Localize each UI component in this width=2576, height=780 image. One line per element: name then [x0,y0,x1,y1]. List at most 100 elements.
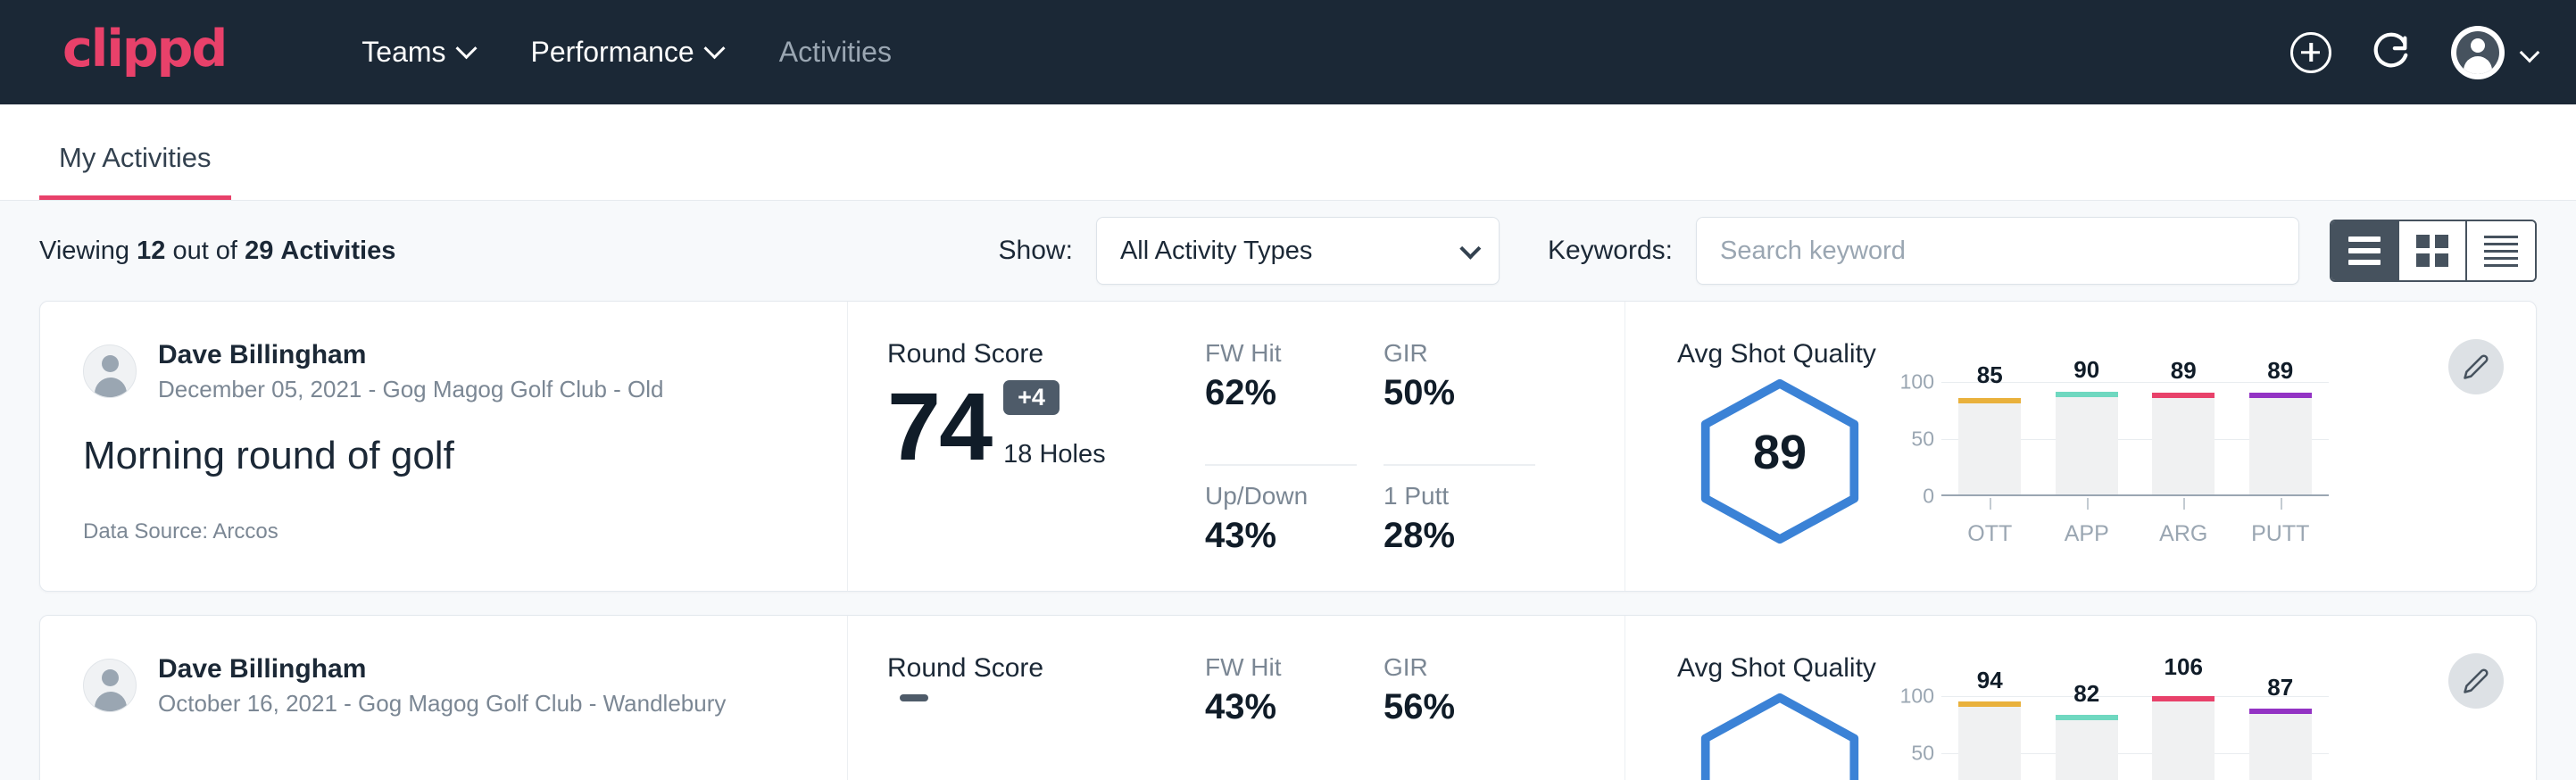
bar-app [2056,715,2118,780]
bar-value-putt: 89 [2267,357,2293,385]
stat-gir: GIR 56% [1384,653,1535,780]
activity-data-source: Data Source: Arccos [83,519,804,544]
y-tick-50: 50 [1911,742,1934,766]
viewing-suffix: Activities [280,236,395,265]
bar-value-app: 90 [2073,356,2099,384]
x-label-ott: OTT [1941,498,2039,547]
edit-activity-button[interactable] [2448,653,2504,709]
avatar [83,344,137,398]
nav-item-performance-label: Performance [531,36,694,69]
primary-nav: Teams Performance Activities [333,36,920,69]
stat-gir-value: 50% [1384,373,1535,413]
bar-cap-putt [2249,393,2312,398]
bar-group-putt: 87 [2232,696,2330,780]
stat-one-putt-value: 28% [1384,516,1535,556]
chevron-down-icon [455,37,477,59]
keywords-label: Keywords: [1548,236,1673,266]
bar-arg [2152,393,2215,494]
bar-cap-app [2056,715,2118,720]
chart-y-axis: 100 50 0 [1888,696,1934,780]
chevron-down-icon[interactable] [2520,42,2540,62]
bar-cap-ott [1958,398,2021,403]
bar-arg [2152,696,2215,780]
player-name: Dave Billingham [158,653,726,685]
activity-author: Dave Billingham October 16, 2021 - Gog M… [83,653,804,718]
bar-value-arg: 106 [2165,653,2203,681]
viewing-count: 12 [137,236,165,265]
activity-card[interactable]: Dave Billingham December 05, 2021 - Gog … [39,301,2537,592]
activity-title: Morning round of golf [83,434,804,478]
stat-fw-hit-label: FW Hit [1205,339,1357,368]
view-mode-compact-button[interactable] [2467,221,2535,280]
search-input[interactable] [1696,217,2299,285]
bar-group-putt: 89 [2232,382,2330,494]
tab-bar: My Activities [0,104,2576,201]
bar-cap-app [2056,392,2118,397]
avatar [83,659,137,712]
player-name: Dave Billingham [158,339,664,371]
holes-played: 18 Holes [1003,440,1105,469]
viewing-prefix: Viewing [39,236,129,265]
activity-author: Dave Billingham December 05, 2021 - Gog … [83,339,804,403]
navbar-actions [2290,26,2537,79]
bar-cap-putt [2249,709,2312,714]
activity-list: Dave Billingham December 05, 2021 - Gog … [0,301,2576,780]
stat-gir: GIR 50% [1384,339,1535,466]
view-mode-grid-button[interactable] [2399,221,2467,280]
shot-quality-chart: 100 50 0 94 [1895,684,2329,780]
round-score-section: Round Score [848,616,1205,780]
activity-type-select[interactable]: All Activity Types [1096,217,1500,285]
activity-meta: October 16, 2021 - Gog Magog Golf Club -… [158,690,726,718]
view-mode-toggle [2330,220,2537,282]
list-view-icon [2348,236,2381,265]
y-tick-100: 100 [1900,685,1934,709]
bar-value-app: 82 [2073,680,2099,708]
bar-group-app: 82 [2039,696,2136,780]
show-label: Show: [999,236,1073,266]
nav-item-performance[interactable]: Performance [503,36,751,69]
chart-x-axis-line [1941,494,2329,496]
avg-shot-quality-section: Avg Shot Quality 89 100 50 0 [1625,302,2536,591]
viewing-count-text: Viewing 12 out of 29 Activities [39,236,395,266]
x-label-app: APP [2039,498,2136,547]
stat-gir-value: 56% [1384,687,1535,727]
bar-cap-arg [2152,696,2215,701]
bar-value-putt: 87 [2267,674,2293,701]
bar-ott [1958,398,2021,494]
score-to-par-badge [900,694,928,701]
stat-fw-hit: FW Hit 62% [1205,339,1357,466]
round-stats: FW Hit 43% GIR 56% Up/Down 1 Putt [1205,616,1625,780]
stat-updown-label: Up/Down [1205,482,1357,510]
top-navbar: clippd Teams Performance Activities [0,0,2576,104]
bar-group-app: 90 [2039,382,2136,494]
shot-quality-hexagon: 89 [1677,369,1882,544]
score-to-par-badge: +4 [1003,380,1059,415]
x-label-arg: ARG [2135,498,2232,547]
refresh-icon[interactable] [2371,29,2412,75]
bar-value-ott: 85 [1977,361,2003,389]
shot-quality-chart: 100 50 0 85 [1895,369,2329,516]
bar-group-arg: 106 [2135,696,2232,780]
chart-x-axis: OTT APP ARG PUTT [1941,498,2329,547]
viewing-total: 29 [245,236,273,265]
activity-card[interactable]: Dave Billingham October 16, 2021 - Gog M… [39,615,2537,780]
round-score-label: Round Score [887,653,1205,684]
add-circle-icon[interactable] [2290,32,2331,73]
account-avatar-icon[interactable] [2451,26,2505,79]
bar-app [2056,392,2118,494]
filter-bar: Viewing 12 out of 29 Activities Show: Al… [0,201,2576,301]
nav-item-teams[interactable]: Teams [333,36,502,69]
edit-activity-button[interactable] [2448,339,2504,394]
chart-plot-area: 94 82 106 [1941,696,2329,780]
nav-item-teams-label: Teams [361,36,445,69]
bar-cap-ott [1958,701,2021,707]
round-score-label: Round Score [887,339,1205,369]
tab-my-activities[interactable]: My Activities [39,142,231,200]
nav-item-activities[interactable]: Activities [751,36,920,69]
viewing-middle: out of [172,236,237,265]
bar-group-arg: 89 [2135,382,2232,494]
round-score-section: Round Score 74 +4 18 Holes [848,302,1205,591]
clippd-logo[interactable]: clippd [62,24,226,80]
view-mode-list-button[interactable] [2331,221,2399,280]
bar-value-arg: 89 [2171,357,2197,385]
